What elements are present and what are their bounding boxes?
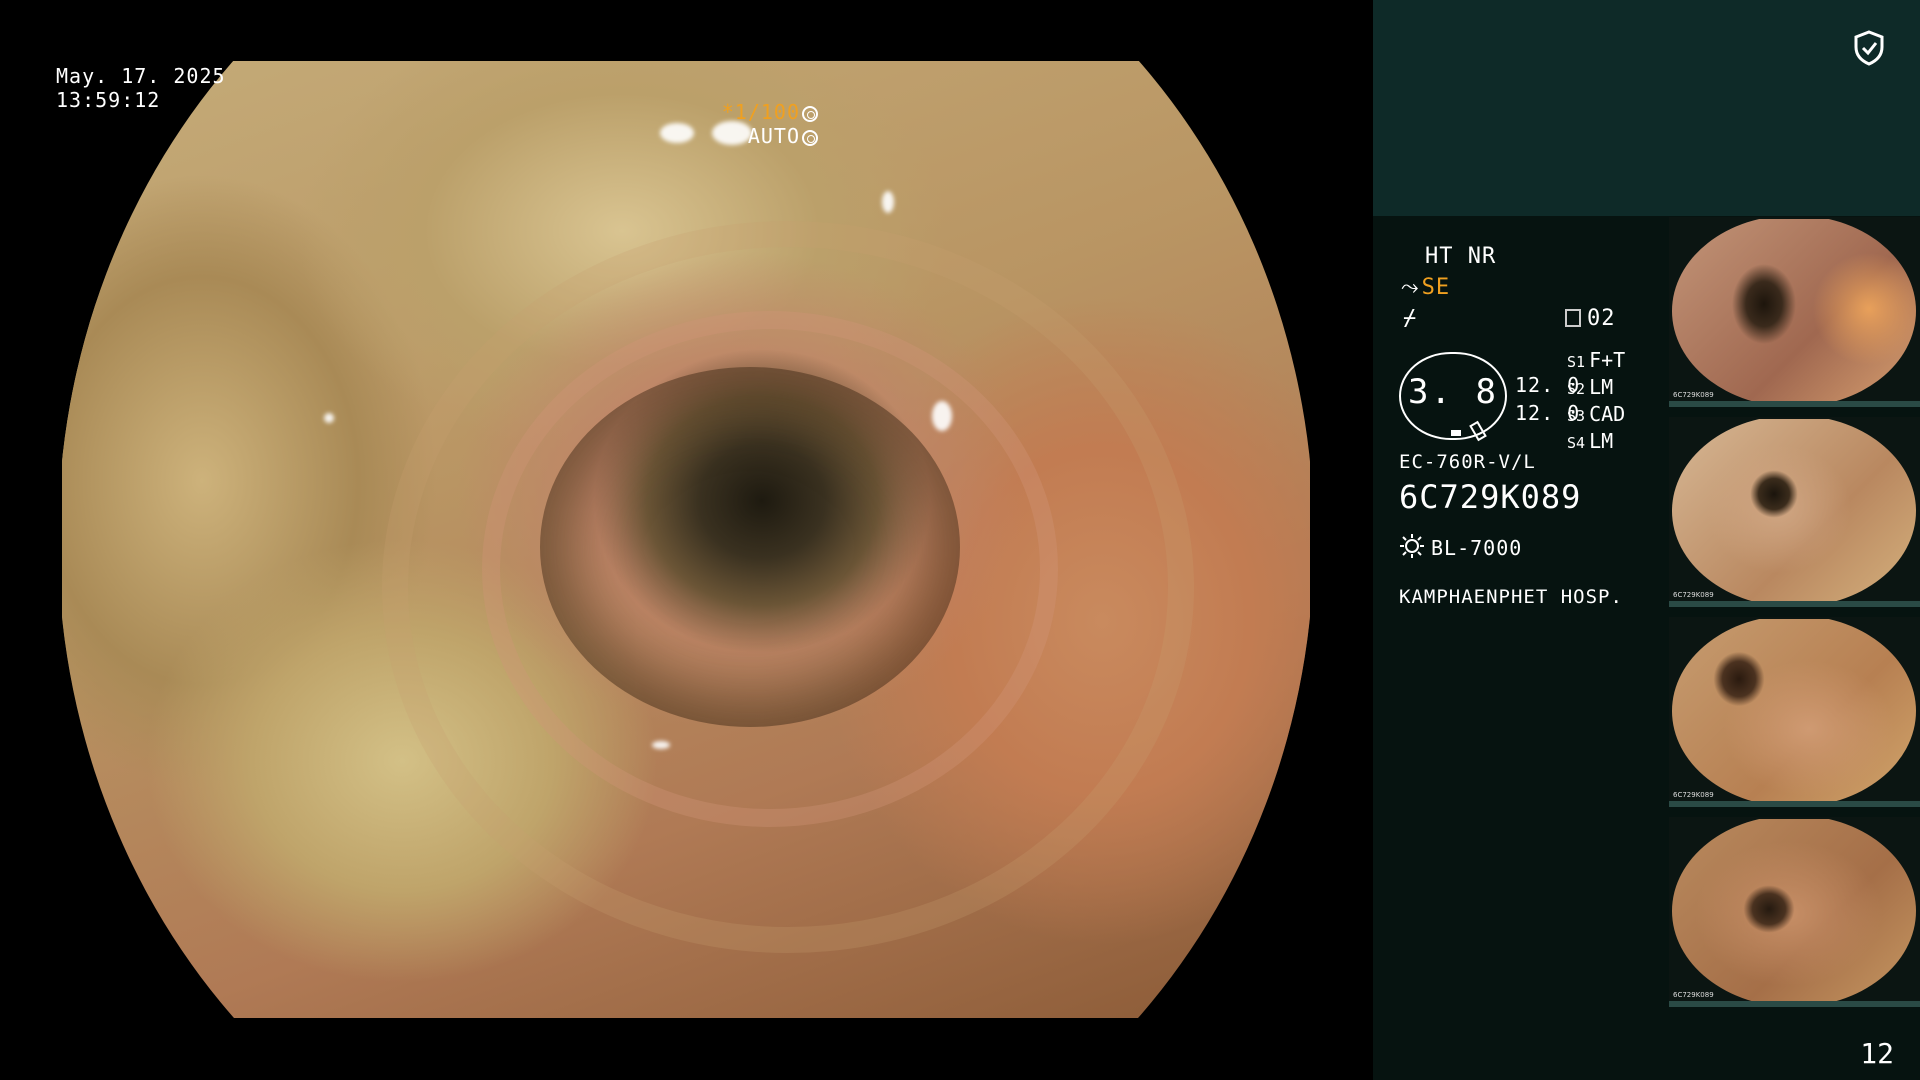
switch-item: S2 LM [1567,375,1614,399]
endoscopic-image [62,61,1310,1018]
light-source-row: BL-7000 [1399,533,1522,561]
thumbnail-footer [1669,1001,1920,1007]
se-row: ⤳SE [1401,275,1450,301]
f-symbol-icon: ⌿ [1403,306,1418,331]
switch-item: S3 CAD [1567,402,1626,426]
thumbnail-footer [1669,601,1920,607]
thumbnail-footer [1669,801,1920,807]
thumbnail-footer [1669,401,1920,407]
time-text: 13:59:12 [56,88,161,112]
light-reflection [324,413,334,423]
switch-item: S4 LM [1567,429,1614,453]
datetime: May. 17. 2025 13:59:12 [56,64,226,112]
thumbnail-strip: 6C729K089 6C729K089 6C729K089 6C729K089 [1669,217,1920,1017]
exposure-ratio: *1/100 [721,100,800,124]
thumbnail-label: 6C729K089 [1673,991,1714,999]
gauge-mark [1451,430,1461,436]
se-label: SE [1421,275,1451,300]
light-reflection [882,191,894,213]
thumbnail-label: 6C729K089 [1673,591,1714,599]
light-reflection [660,123,694,143]
thumbnail-image [1672,819,1916,1004]
thumbnail-label: 6C729K089 [1673,391,1714,399]
thumbnail-label: 6C729K089 [1673,791,1714,799]
shield-check-icon [1854,30,1884,66]
auto-iris-icon [802,129,818,146]
ht-nr-label: HT NR [1425,244,1497,269]
mucosal-fold [382,221,1194,953]
light-reflection [932,401,952,431]
thumbnail-image [1672,219,1916,404]
panel-header [1373,0,1920,216]
switch-item: S1 F+T [1567,348,1626,372]
light-source-icon [1400,534,1424,558]
memo-icon [1565,309,1581,327]
endoscope-view: May. 17. 2025 13:59:12 *1/100 AUTO [0,0,1373,1080]
hospital-name: KAMPHAENPHET HOSP. [1399,586,1623,608]
gauge: 3. 8 [1399,352,1507,442]
thumbnail-image [1672,619,1916,804]
switch-list: S1 F+T S2 LM S3 CAD S4 LM [1567,348,1625,456]
thumbnail[interactable]: 6C729K089 [1669,417,1920,607]
gauge-needle [1469,420,1487,442]
aperture-icon [802,105,818,122]
scope-model: EC-760R-V/L [1399,451,1536,473]
light-reflection [652,741,670,749]
exposure-info: *1/100 AUTO [722,100,818,148]
thumbnail[interactable]: 6C729K089 [1669,617,1920,807]
scope-serial: 6C729K089 [1399,478,1582,516]
page-number: 12 [1860,1037,1894,1070]
thumbnail-image [1672,419,1916,604]
light-source-label: BL-7000 [1431,536,1523,560]
thumbnail[interactable]: 6C729K089 [1669,817,1920,1007]
thumbnail[interactable]: 6C729K089 [1669,217,1920,407]
memo-row: 02 [1565,306,1616,332]
exposure-mode: AUTO [747,124,800,148]
memo-count: 02 [1587,306,1616,331]
gauge-value: 3. 8 [1408,372,1498,412]
date-text: May. 17. 2025 [56,64,226,88]
scope-tip-icon: ⤳ [1401,275,1420,300]
